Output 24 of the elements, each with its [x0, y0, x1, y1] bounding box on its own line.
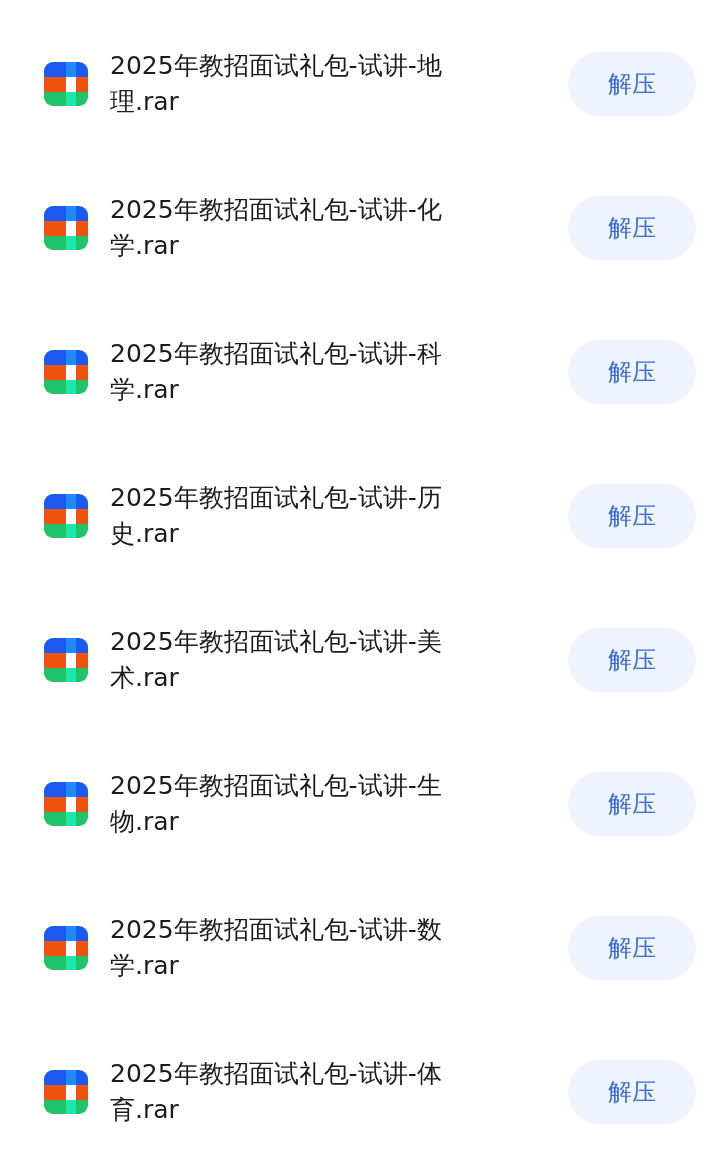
extract-button[interactable]: 解压 [568, 484, 696, 548]
archive-icon [44, 62, 88, 106]
file-name: 2025年教招面试礼包-试讲-历史.rar [110, 482, 443, 550]
file-name: 2025年教招面试礼包-试讲-地理.rar [110, 50, 443, 118]
extract-button[interactable]: 解压 [568, 628, 696, 692]
archive-icon [44, 782, 88, 826]
archive-icon [44, 638, 88, 682]
extract-button[interactable]: 解压 [568, 772, 696, 836]
archive-icon [44, 206, 88, 250]
file-name: 2025年教招面试礼包-试讲-科学.rar [110, 338, 443, 406]
extract-button[interactable]: 解压 [568, 196, 696, 260]
archive-icon [44, 926, 88, 970]
file-name: 2025年教招面试礼包-试讲-化学.rar [110, 194, 443, 262]
file-name: 2025年教招面试礼包-试讲-体育.rar [110, 1058, 443, 1126]
file-name: 2025年教招面试礼包-试讲-数学.rar [110, 914, 443, 982]
extract-button[interactable]: 解压 [568, 1060, 696, 1124]
archive-icon [44, 350, 88, 394]
extract-button[interactable]: 解压 [568, 340, 696, 404]
archive-icon [44, 1070, 88, 1114]
file-name: 2025年教招面试礼包-试讲-美术.rar [110, 626, 443, 694]
archive-icon [44, 494, 88, 538]
file-name: 2025年教招面试礼包-试讲-生物.rar [110, 770, 443, 838]
extract-button[interactable]: 解压 [568, 916, 696, 980]
extract-button[interactable]: 解压 [568, 52, 696, 116]
